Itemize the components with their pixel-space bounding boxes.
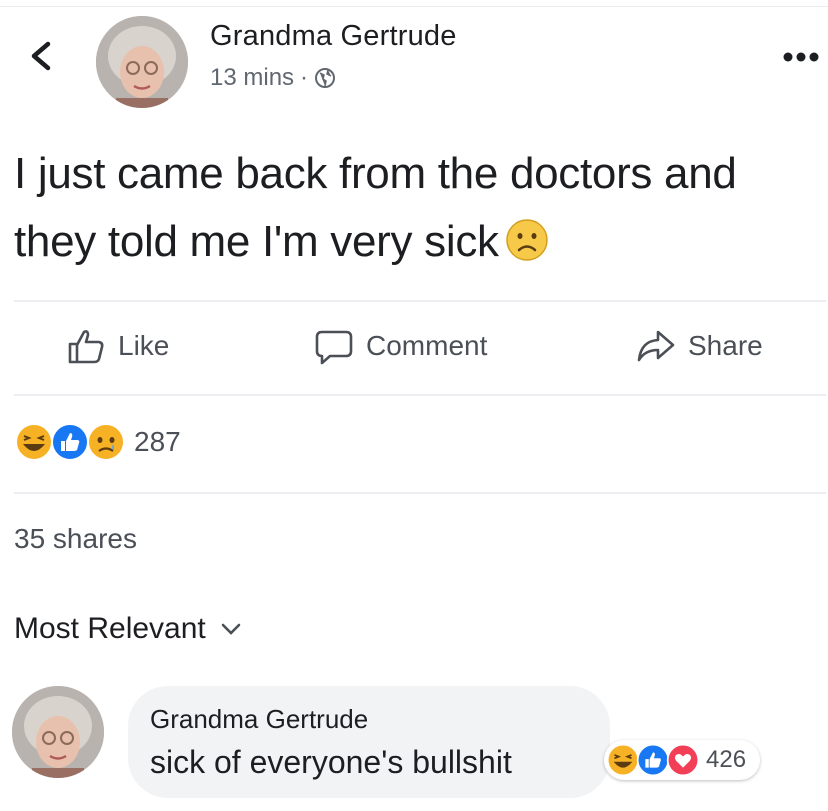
- more-options-icon[interactable]: [782, 50, 820, 64]
- like-label: Like: [118, 330, 170, 361]
- divider-above-actions: [14, 300, 826, 302]
- divider-below-actions: [14, 394, 826, 396]
- like-icon: [636, 743, 670, 777]
- commenter-avatar[interactable]: [12, 686, 104, 778]
- reaction-icons: [14, 422, 125, 462]
- top-divider: [0, 6, 828, 7]
- comment-filter-label: Most Relevant: [14, 612, 206, 645]
- post-text: I just came back from the doctors and th…: [14, 149, 737, 266]
- thumbs-up-outline-icon: [68, 330, 104, 364]
- love-icon: [666, 743, 700, 777]
- like-button[interactable]: Like: [66, 326, 169, 366]
- post-author-name[interactable]: Grandma Gertrude: [210, 20, 457, 53]
- post-body: I just came back from the doctors and th…: [14, 140, 814, 276]
- globe-icon: [315, 68, 336, 88]
- author-avatar[interactable]: [96, 16, 188, 108]
- reaction-summary[interactable]: 287: [14, 422, 181, 462]
- comment-label: Comment: [366, 330, 488, 361]
- comment-text: sick of everyone's bullshit: [150, 744, 512, 780]
- comment-author-name[interactable]: Grandma Gertrude: [150, 704, 368, 735]
- share-label: Share: [688, 330, 763, 361]
- speech-bubble-icon: [315, 330, 353, 365]
- comment-reaction-summary[interactable]: 426: [604, 740, 761, 780]
- sad-icon: [87, 423, 125, 461]
- haha-icon: [15, 423, 53, 461]
- share-arrow-icon: [637, 330, 675, 362]
- haha-icon: [606, 743, 640, 777]
- comment-bubble: [128, 686, 610, 798]
- comment-reaction-count: 426: [706, 746, 747, 773]
- comment-button[interactable]: Comment: [314, 326, 487, 366]
- reaction-count: 287: [134, 426, 181, 457]
- post-timestamp[interactable]: 13 mins: [210, 64, 294, 92]
- like-icon: [51, 423, 89, 461]
- comment-filter-dropdown[interactable]: Most Relevant: [14, 612, 242, 646]
- share-button[interactable]: Share: [636, 326, 763, 366]
- back-chevron-icon[interactable]: [22, 36, 62, 76]
- divider-below-reactions: [14, 492, 826, 494]
- meta-separator: ·: [300, 64, 309, 91]
- shares-count[interactable]: 35 shares: [14, 523, 137, 555]
- sad-face-emoji-icon: [505, 219, 548, 261]
- chevron-down-icon: [221, 623, 241, 635]
- action-bar: Like Comment Share: [0, 326, 828, 376]
- post-meta: 13 mins ·: [210, 64, 336, 92]
